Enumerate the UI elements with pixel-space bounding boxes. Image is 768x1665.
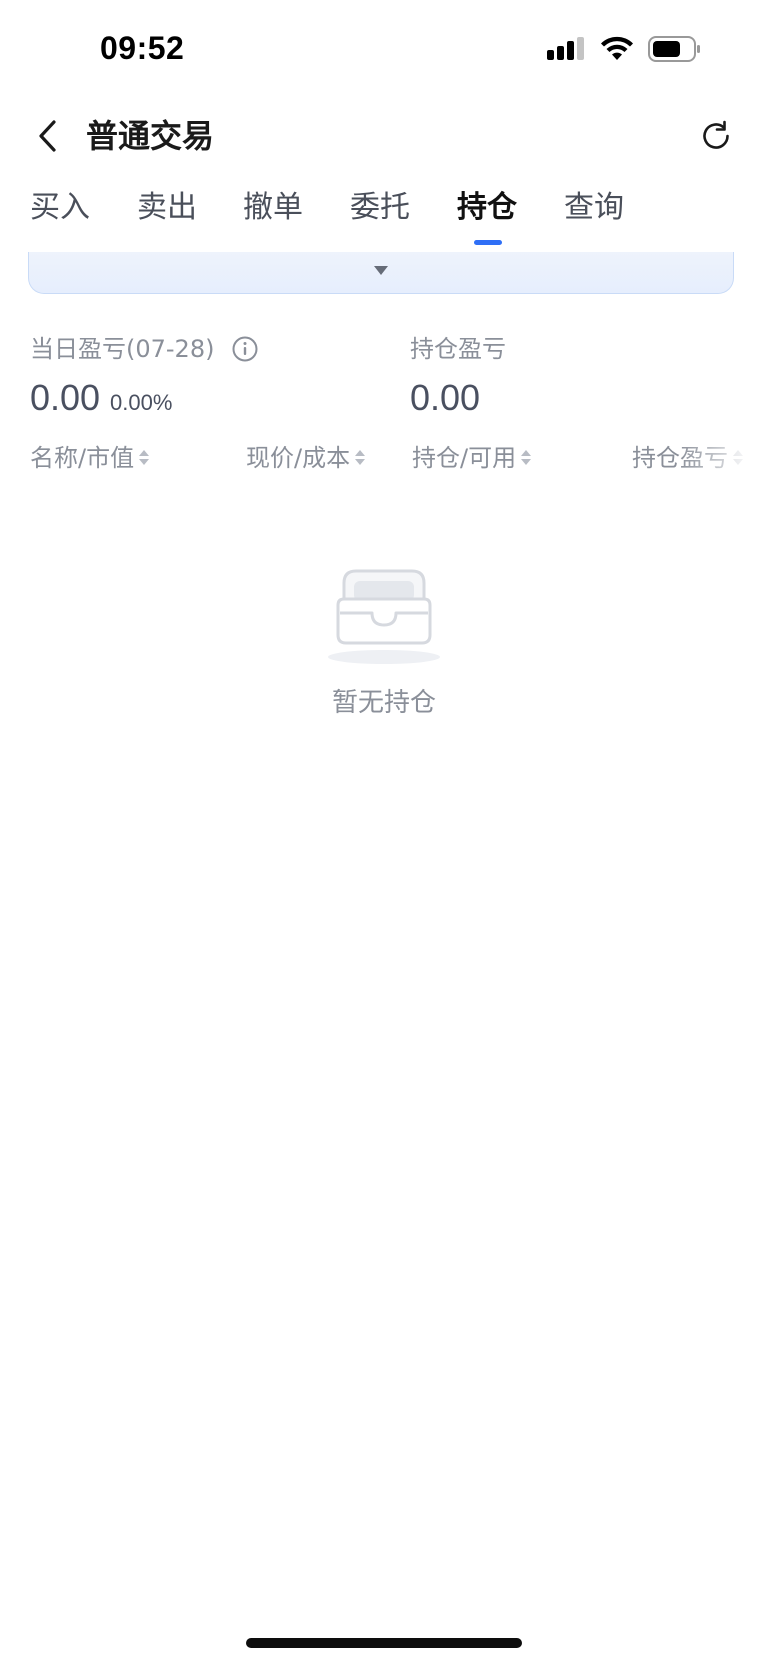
- daily-pnl-percent: 0.00%: [110, 390, 173, 415]
- cellular-signal-icon: [547, 37, 584, 60]
- column-header-label: 名称/市值: [30, 444, 135, 472]
- status-time: 09:52: [100, 30, 185, 66]
- chevron-left-icon: [39, 120, 56, 152]
- header: 普通交易: [0, 100, 768, 172]
- column-header-holding-available[interactable]: 持仓/可用: [412, 442, 532, 474]
- tab-buy[interactable]: 买入: [30, 188, 90, 228]
- column-header-price-cost[interactable]: 现价/成本: [246, 442, 366, 474]
- empty-state-text: 暂无持仓: [331, 688, 436, 718]
- column-header-position-pnl[interactable]: 持仓盈亏: [632, 442, 744, 474]
- sort-icon: [354, 449, 366, 467]
- battery-icon: [648, 36, 700, 62]
- tab-query[interactable]: 查询: [564, 188, 624, 228]
- info-icon[interactable]: [232, 336, 258, 362]
- tab-sell[interactable]: 卖出: [137, 188, 197, 228]
- tab-positions[interactable]: 持仓: [457, 188, 517, 228]
- wifi-icon: [601, 36, 633, 60]
- refresh-icon: [703, 120, 729, 149]
- column-header-name-value[interactable]: 名称/市值: [30, 442, 150, 474]
- column-header-label: 持仓盈亏: [632, 444, 728, 472]
- tab-cancel-order[interactable]: 撤单: [243, 188, 303, 228]
- back-button[interactable]: [28, 114, 68, 158]
- active-tab-indicator: [474, 240, 502, 245]
- status-bar: 09:52: [0, 0, 768, 100]
- position-pnl-label: 持仓盈亏: [410, 335, 506, 363]
- tab-bar: 买入 卖出 撤单 委托 持仓 查询: [0, 188, 768, 245]
- empty-box-icon: [328, 569, 440, 664]
- daily-pnl-value: 0.00: [30, 377, 101, 418]
- home-indicator[interactable]: [246, 1638, 522, 1648]
- tab-orders[interactable]: 委托: [350, 188, 410, 228]
- column-header-label: 持仓/可用: [412, 444, 517, 472]
- sort-icon: [138, 449, 150, 467]
- daily-pnl-label: 当日盈亏(07-28): [30, 335, 215, 363]
- page-title: 普通交易: [86, 117, 215, 155]
- expand-panel-toggle[interactable]: [28, 252, 734, 294]
- sort-icon: [732, 449, 744, 467]
- refresh-button[interactable]: [696, 116, 736, 156]
- sort-icon: [520, 449, 532, 467]
- column-header-label: 现价/成本: [246, 444, 351, 472]
- status-icons: [546, 36, 702, 62]
- position-pnl-value: 0.00: [410, 377, 481, 418]
- caret-down-icon: [374, 266, 388, 275]
